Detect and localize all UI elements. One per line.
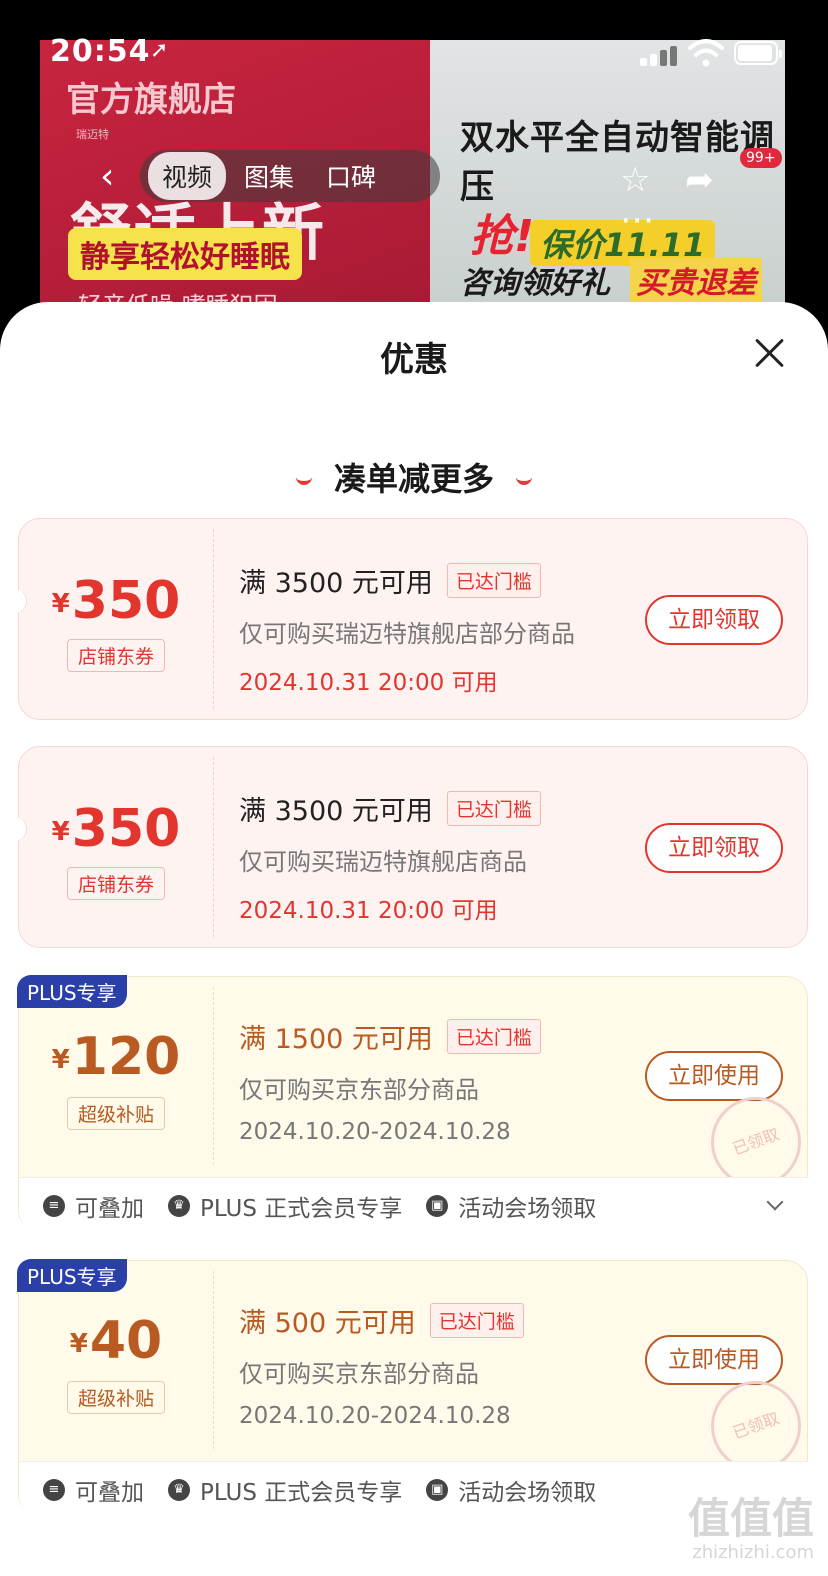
coupon-type-tag: 超级补贴 xyxy=(67,1381,165,1414)
coupon-amount: ¥350 xyxy=(51,571,181,631)
coupon-type-tag: 店铺东券 xyxy=(67,867,165,900)
media-tabs: ‹ 视频 图集 口碑 xyxy=(100,150,440,202)
banner-pill: 静享轻松好睡眠 xyxy=(68,228,302,280)
claim-button[interactable]: 立即领取 xyxy=(645,595,783,645)
brand-small: 瑞迈特 xyxy=(76,128,109,141)
coupon-card: ¥350 店铺东券 满 3500 元可用 已达门槛 仅可购买瑞迈特旗舰店商品 20… xyxy=(15,746,808,948)
coupon-type-tag: 超级补贴 xyxy=(67,1097,165,1130)
coupon-footer: ≡ 可叠加 ♛ PLUS 正式会员专享 ▣ 活动会场领取 xyxy=(19,1177,809,1233)
tab-gallery[interactable]: 图集 xyxy=(230,152,308,200)
wifi-icon xyxy=(688,39,724,67)
top-icons: ☆ ➦ ⋯ xyxy=(620,160,785,240)
share-icon[interactable]: ➦ xyxy=(685,160,714,200)
smile-right-icon xyxy=(516,477,532,485)
coupon-condition: 满 3500 元可用 已达门槛 xyxy=(239,561,575,600)
watermark-sub: zhizhizhi.com xyxy=(692,1542,814,1563)
status-time: 20:54 xyxy=(50,34,151,69)
crown-icon: ♛ xyxy=(168,1478,190,1501)
threshold-reached-badge: 已达门槛 xyxy=(446,563,541,598)
coupon-info: 满 500 元可用 已达门槛 仅可购买京东部分商品 2024.10.20-2024… xyxy=(239,1301,524,1429)
plus-member-label: PLUS 正式会员专享 xyxy=(200,1479,403,1506)
coupon-date: 2024.10.31 20:00 可用 xyxy=(239,898,498,924)
close-icon[interactable] xyxy=(754,338,784,368)
use-button[interactable]: 立即使用 xyxy=(645,1051,783,1101)
stackable-icon: ≡ xyxy=(43,1478,65,1501)
threshold-reached-badge: 已达门槛 xyxy=(429,1303,524,1338)
plus-exclusive-badge: PLUS专享 xyxy=(17,1259,127,1292)
cellular-signal-icon xyxy=(640,44,678,66)
promo-sub2: 买贵退差 xyxy=(630,258,762,302)
use-button[interactable]: 立即使用 xyxy=(645,1335,783,1385)
coupon-condition: 满 500 元可用 已达门槛 xyxy=(239,1301,524,1340)
section-title: 凑单减更多 xyxy=(0,454,828,500)
coupon-sheet: 优惠 凑单减更多 ¥350 店铺东券 满 3500 元可用 已达门槛 仅可购买瑞迈… xyxy=(0,302,828,1576)
coupon-card: ¥350 店铺东券 满 3500 元可用 已达门槛 仅可购买瑞迈特旗舰店部分商品 … xyxy=(15,518,808,720)
coupon-date: 2024.10.20-2024.10.28 xyxy=(239,1403,511,1429)
tab-video[interactable]: 视频 xyxy=(148,152,227,200)
venue-label: 活动会场领取 xyxy=(458,1479,597,1506)
ticket-icon: ▣ xyxy=(426,1478,449,1501)
coupon-card: PLUS专享 ¥40 超级补贴 满 500 元可用 已达门槛 仅可购买京东部分商品… xyxy=(17,1259,814,1517)
watermark: 值值值 zhizhizhi.com xyxy=(688,1498,814,1562)
screen: 官方旗舰店 瑞迈特 舒适上新 静享轻松好睡眠 轻音低噪 嗜睡犯困 双水平全自动智… xyxy=(0,0,828,1576)
chevron-down-icon[interactable] xyxy=(766,1193,784,1211)
coupon-condition: 满 1500 元可用 已达门槛 xyxy=(239,1017,541,1056)
coupon-amount: ¥40 xyxy=(69,1311,163,1371)
smile-left-icon xyxy=(295,477,312,485)
threshold-reached-badge: 已达门槛 xyxy=(446,1019,541,1054)
plus-member-label: PLUS 正式会员专享 xyxy=(200,1195,403,1222)
coupon-info: 满 1500 元可用 已达门槛 仅可购买京东部分商品 2024.10.20-202… xyxy=(239,1017,541,1145)
sheet-title: 优惠 xyxy=(380,340,448,380)
ticket-icon: ▣ xyxy=(426,1194,449,1217)
section-title-text: 凑单减更多 xyxy=(333,460,494,498)
coupon-scope: 仅可购买瑞迈特旗舰店部分商品 xyxy=(239,620,575,648)
coupon-info: 满 3500 元可用 已达门槛 仅可购买瑞迈特旗舰店商品 2024.10.31 2… xyxy=(239,789,541,925)
stackable-label: 可叠加 xyxy=(75,1479,144,1506)
watermark-main: 值值值 xyxy=(687,1494,814,1543)
favorite-icon[interactable]: ☆ xyxy=(620,160,650,200)
crown-icon: ♛ xyxy=(168,1194,190,1217)
claim-button[interactable]: 立即领取 xyxy=(645,823,783,873)
threshold-reached-badge: 已达门槛 xyxy=(446,791,541,826)
promo-sub: 咨询领好礼 xyxy=(460,266,610,301)
location-arrow-icon: ➚ xyxy=(150,38,169,63)
coupon-card: PLUS专享 ¥120 超级补贴 满 1500 元可用 已达门槛 仅可购买京东部分… xyxy=(17,975,814,1233)
battery-icon xyxy=(734,41,782,65)
coupon-condition: 满 3500 元可用 已达门槛 xyxy=(239,789,541,828)
status-bar: 20:54 ➚ xyxy=(0,0,828,104)
coupon-scope: 仅可购买京东部分商品 xyxy=(239,1360,479,1388)
stackable-icon: ≡ xyxy=(43,1194,65,1217)
coupon-amount: ¥350 xyxy=(51,799,181,859)
coupon-date: 2024.10.31 20:00 可用 xyxy=(239,670,498,696)
coupon-scope: 仅可购买瑞迈特旗舰店商品 xyxy=(239,848,527,876)
more-icon[interactable]: ⋯ xyxy=(620,200,654,240)
coupon-amount: ¥120 xyxy=(51,1027,181,1087)
coupon-info: 满 3500 元可用 已达门槛 仅可购买瑞迈特旗舰店部分商品 2024.10.31… xyxy=(239,561,575,697)
stackable-label: 可叠加 xyxy=(75,1195,144,1222)
coupon-scope: 仅可购买京东部分商品 xyxy=(239,1076,479,1104)
back-icon[interactable]: ‹ xyxy=(100,156,114,197)
plus-exclusive-badge: PLUS专享 xyxy=(17,975,127,1008)
coupon-type-tag: 店铺东券 xyxy=(67,639,165,672)
coupon-date: 2024.10.20-2024.10.28 xyxy=(239,1119,511,1145)
promo-main: 抢! xyxy=(470,211,535,262)
venue-label: 活动会场领取 xyxy=(458,1195,597,1222)
message-badge: 99+ xyxy=(740,148,782,168)
tab-reviews[interactable]: 口碑 xyxy=(312,152,390,200)
